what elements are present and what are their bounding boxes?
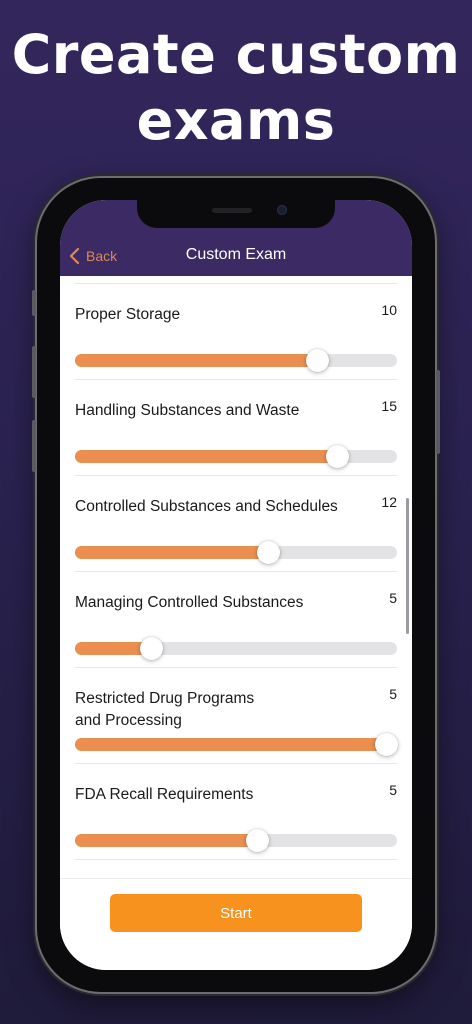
topic-count: 5	[389, 782, 397, 798]
slider-fill	[75, 354, 317, 367]
topic-list[interactable]: Proper Storage 10 Handling Substances an…	[60, 276, 412, 878]
topic-count: 12	[381, 494, 397, 510]
slider-fill	[75, 546, 269, 559]
topic-slider[interactable]	[75, 445, 397, 468]
topic-count: 15	[381, 398, 397, 414]
topic-row: Managing Controlled Substances 5	[75, 571, 397, 667]
volume-down-button	[32, 420, 36, 472]
topic-row: Controlled Substances and Schedules 12	[75, 475, 397, 571]
topic-slider[interactable]	[75, 349, 397, 372]
topic-slider[interactable]	[75, 637, 397, 660]
footer: Start	[60, 878, 412, 970]
power-button	[436, 370, 440, 454]
topic-row: FDA Recall Requirements 5	[75, 763, 397, 859]
slider-thumb[interactable]	[375, 733, 398, 756]
topic-row: Proper Storage 10	[75, 283, 397, 379]
slider-thumb[interactable]	[326, 445, 350, 468]
topic-slider[interactable]	[75, 829, 397, 852]
topic-row: Restricted Drug Programs and Processing …	[75, 667, 398, 763]
start-button[interactable]: Start	[110, 894, 362, 932]
headline-line-2: exams	[136, 89, 336, 152]
topic-row-partial	[75, 859, 397, 878]
headline: Create custom exams	[0, 22, 472, 154]
slider-thumb[interactable]	[139, 637, 163, 660]
topic-slider[interactable]	[75, 733, 398, 756]
slider-thumb[interactable]	[305, 349, 329, 372]
topic-row: Handling Substances and Waste 15	[75, 379, 397, 475]
topic-label: Proper Storage	[75, 306, 181, 323]
topic-slider[interactable]	[75, 541, 397, 564]
topic-label: FDA Recall Requirements	[75, 786, 254, 803]
slider-fill	[75, 450, 338, 463]
topic-label: Controlled Substances and Schedules	[75, 498, 338, 515]
topic-label: Handling Substances and Waste	[75, 402, 300, 419]
topic-label: Managing Controlled Substances	[75, 594, 304, 611]
headline-line-1: Create custom	[11, 23, 461, 86]
slider-thumb[interactable]	[257, 541, 281, 564]
topic-label: Restricted Drug Programs and Processing	[75, 690, 255, 729]
slider-thumb[interactable]	[245, 829, 269, 852]
topic-count: 5	[389, 686, 397, 702]
topic-count: 5	[389, 590, 397, 606]
slider-fill	[75, 834, 257, 847]
slider-fill	[75, 738, 386, 751]
page-title: Custom Exam	[185, 246, 287, 263]
phone-screen: Back Custom Exam Proper Storage 10 Handl…	[60, 200, 412, 970]
camera-icon	[277, 205, 287, 215]
notch	[137, 200, 335, 228]
topic-count: 10	[381, 302, 397, 318]
volume-up-button	[32, 346, 36, 398]
mute-switch	[32, 290, 36, 316]
speaker-grille	[212, 208, 252, 213]
scrollbar[interactable]	[406, 498, 409, 634]
